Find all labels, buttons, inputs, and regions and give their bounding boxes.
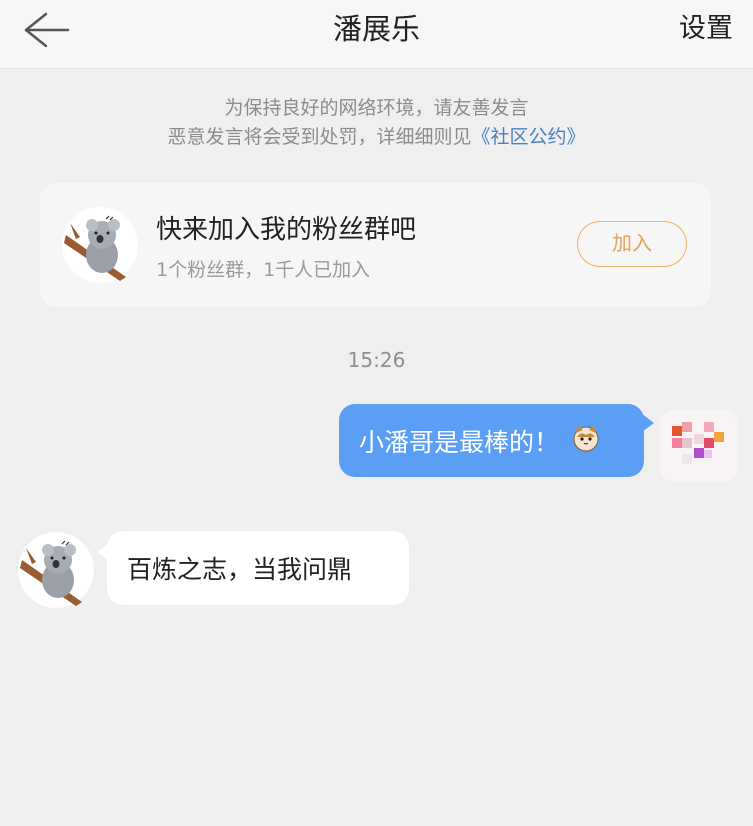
top-bar: 潘展乐 设置 [0,0,753,69]
message-timestamp: 15:26 [347,348,406,372]
back-button[interactable] [16,10,76,50]
fan-group-subtitle: 1个粉丝群，1千人已加入 [156,259,371,281]
contact-avatar[interactable] [18,532,94,612]
settings-button[interactable]: 设置 [679,0,733,58]
notice-line-2: 恶意发言将会受到处罚，详细细则见《社区公约》 [0,123,753,152]
join-group-button[interactable]: 加入 [577,221,687,267]
notice-line-1: 为保持良好的网络环境，请友善发言 [224,97,529,119]
fan-group-title: 快来加入我的粉丝群吧 [156,215,417,245]
fan-group-card[interactable]: 快来加入我的粉丝群吧 1个粉丝群，1千人已加入 加入 [40,183,711,307]
incoming-message-bubble[interactable]: 百炼之志，当我问鼎 [97,531,409,605]
koala-avatar-icon [18,532,94,608]
page-title: 潘展乐 [332,12,420,46]
incoming-message-text: 百炼之志，当我问鼎 [127,555,353,584]
bubble-tail [642,414,654,432]
koala-avatar-icon [62,207,138,287]
notice-line-2-text: 恶意发言将会受到处罚，详细细则见 [167,126,472,148]
community-rules-link[interactable]: 《社区公约》 [472,126,586,148]
community-notice: 为保持良好的网络环境，请友善发言 恶意发言将会受到处罚，详细细则见《社区公约》 [0,94,753,152]
self-avatar[interactable] [660,410,738,482]
outgoing-message-text: 小潘哥是最棒的！ [359,427,560,457]
bubble-tail [97,543,109,561]
outgoing-message-bubble[interactable]: 小潘哥是最棒的！ [339,404,654,477]
arrow-left-icon [24,12,70,48]
cat-face-icon [571,423,601,459]
